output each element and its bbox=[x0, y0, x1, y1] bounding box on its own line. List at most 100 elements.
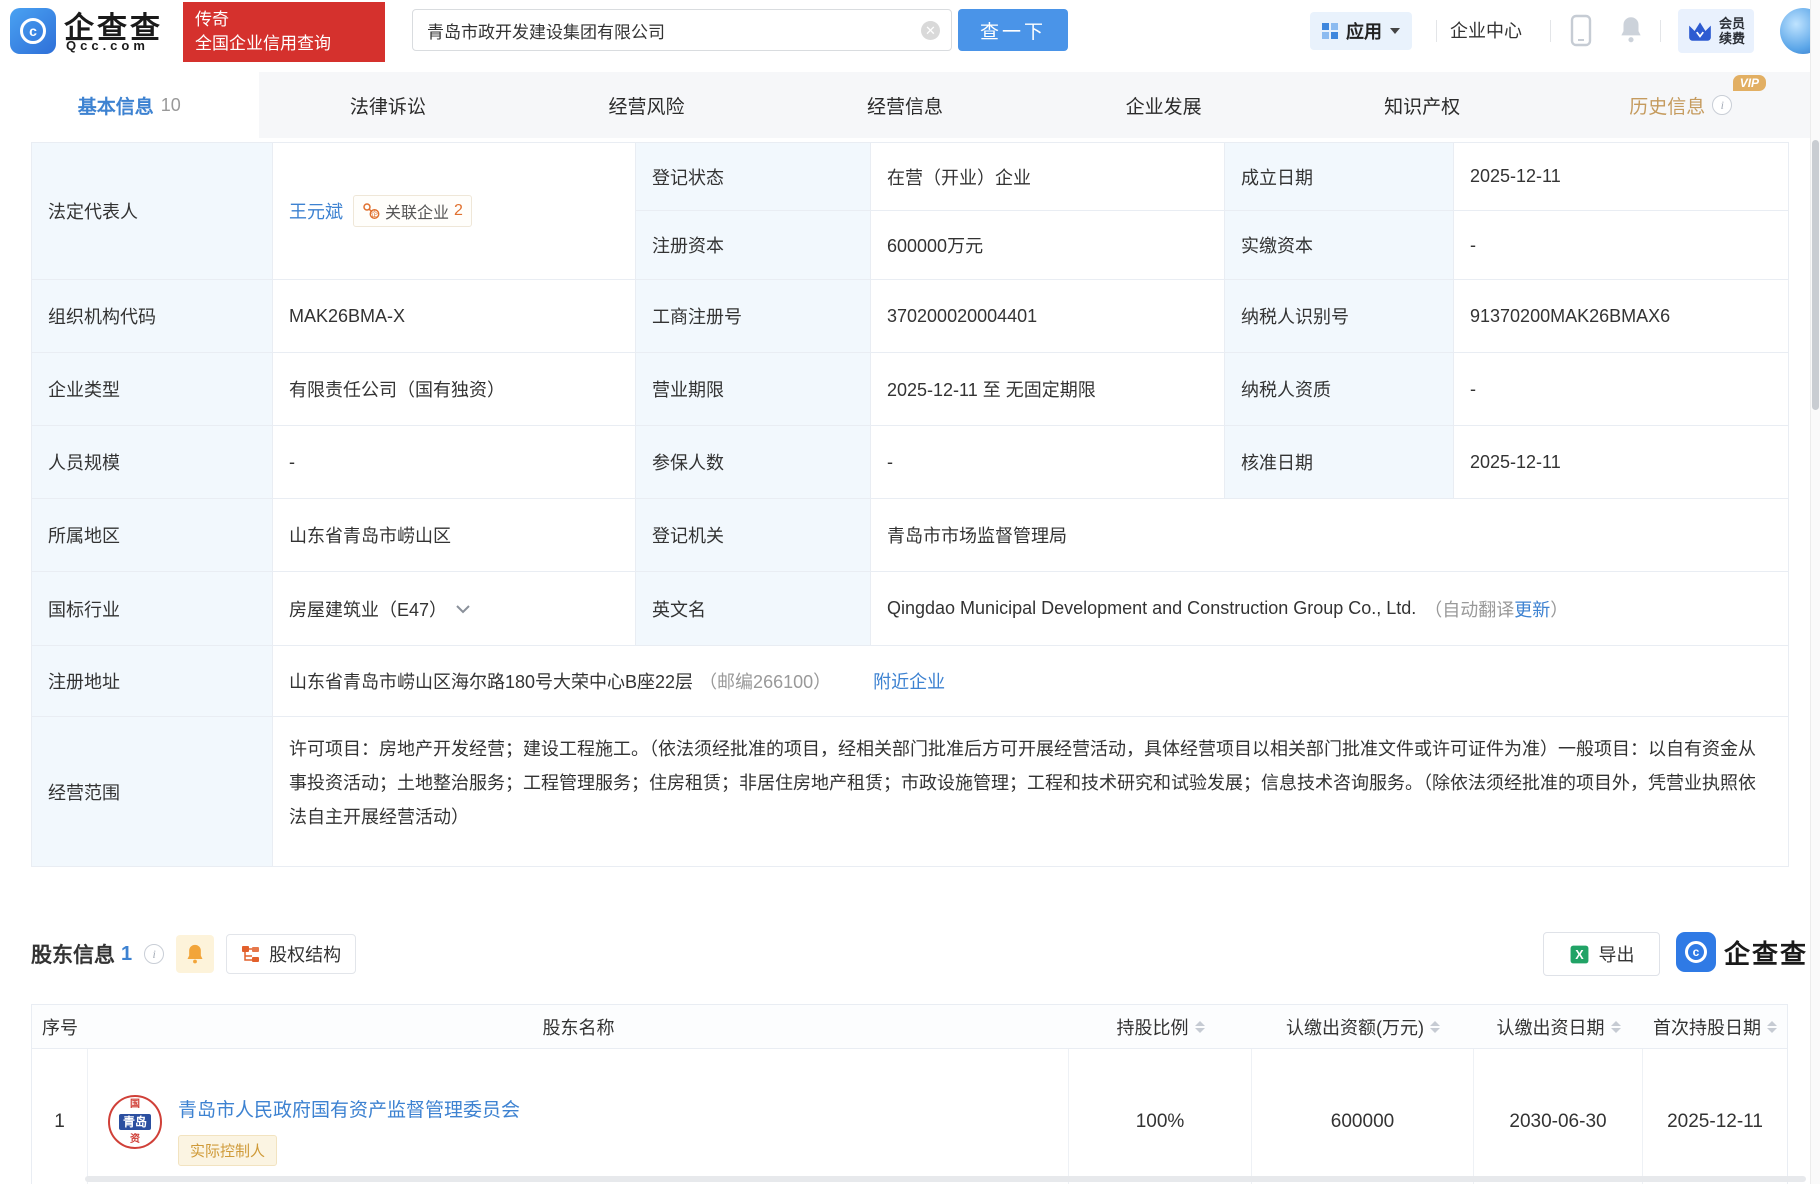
enterprise-center-link[interactable]: 企业中心 bbox=[1450, 17, 1522, 43]
scope-label: 经营范围 bbox=[32, 717, 273, 867]
promo-line2: 全国企业信用查询 bbox=[195, 34, 331, 53]
region-value: 山东省青岛市崂山区 bbox=[273, 499, 636, 572]
sort-amount-button[interactable] bbox=[1430, 1020, 1440, 1033]
row-sub-date: 2030-06-30 bbox=[1474, 1049, 1643, 1184]
shareholder-name-link[interactable]: 青岛市人民政府国有资产监督管理委员会 bbox=[178, 1100, 520, 1121]
legal-rep-link[interactable]: 王元斌 bbox=[289, 198, 343, 224]
info-icon[interactable]: i bbox=[144, 944, 165, 964]
tab-basic-count: 10 bbox=[160, 94, 181, 115]
mobile-app-icon[interactable] bbox=[1570, 14, 1592, 52]
divider bbox=[1550, 20, 1551, 42]
vip-line1: 会员 bbox=[1719, 16, 1746, 31]
notification-bell-icon[interactable] bbox=[1618, 14, 1644, 49]
vertical-scrollbar-thumb[interactable] bbox=[1812, 140, 1819, 410]
divider bbox=[1436, 20, 1437, 42]
promo-line1: 传奇 bbox=[195, 10, 229, 29]
tab-history-info[interactable]: VIP 历史信息 i bbox=[1551, 72, 1810, 138]
tab-basic-info[interactable]: 基本信息 10 bbox=[0, 72, 259, 138]
taxpayer-qual-value: - bbox=[1454, 353, 1789, 426]
tab-operation-info[interactable]: 经营信息 bbox=[776, 72, 1035, 138]
insured-label: 参保人数 bbox=[636, 426, 871, 499]
col-header-amount: 认缴出资额(万元) bbox=[1252, 1005, 1474, 1049]
industry-value-cell: 房屋建筑业（E47） bbox=[273, 572, 636, 646]
related-companies-icon: 企 bbox=[363, 203, 380, 219]
tab-operation-risk[interactable]: 经营风险 bbox=[517, 72, 776, 138]
chevron-down-icon bbox=[1390, 28, 1400, 34]
row-amount: 600000 bbox=[1252, 1049, 1474, 1184]
legal-rep-label: 法定代表人 bbox=[32, 143, 273, 280]
insured-value: - bbox=[871, 426, 1225, 499]
biz-term-value: 2025-12-11 至 无固定期限 bbox=[871, 353, 1225, 426]
est-date-label: 成立日期 bbox=[1225, 143, 1454, 211]
col-header-index: 序号 bbox=[32, 1005, 88, 1049]
promo-banner[interactable]: 传奇 全国企业信用查询 bbox=[183, 2, 385, 62]
biz-reg-no-label: 工商注册号 bbox=[636, 280, 871, 353]
nearby-companies-link[interactable]: 附近企业 bbox=[873, 668, 945, 694]
excel-icon: X bbox=[1570, 945, 1588, 963]
biz-term-label: 营业期限 bbox=[636, 353, 871, 426]
tax-id-value: 91370200MAK26BMAX6 bbox=[1454, 280, 1789, 353]
apps-grid-icon bbox=[1322, 23, 1338, 39]
col-header-sub-date: 认缴出资日期 bbox=[1474, 1005, 1643, 1049]
basic-info-table: 法定代表人 王元斌 企 关联企业 2 登记状态 在营（开业）企业 成立日期 20… bbox=[31, 142, 1789, 867]
svg-text:X: X bbox=[1575, 948, 1584, 962]
search-button[interactable]: 查一下 bbox=[958, 9, 1068, 51]
approval-date-label: 核准日期 bbox=[1225, 426, 1454, 499]
info-icon[interactable]: i bbox=[1712, 95, 1733, 115]
horizontal-scrollbar-thumb[interactable] bbox=[85, 1176, 1806, 1182]
address-label: 注册地址 bbox=[32, 646, 273, 717]
org-code-label: 组织机构代码 bbox=[32, 280, 273, 353]
tab-enterprise-development[interactable]: 企业发展 bbox=[1034, 72, 1293, 138]
company-type-value: 有限责任公司（国有独资） bbox=[273, 353, 636, 426]
address-zip: （邮编266100） bbox=[699, 672, 832, 692]
org-code-value: MAK26BMA-X bbox=[273, 280, 636, 353]
reg-capital-value: 600000万元 bbox=[871, 211, 1225, 280]
tab-bar: 基本信息 10 法律诉讼 经营风险 经营信息 企业发展 知识产权 VIP 历史信… bbox=[0, 72, 1810, 138]
address-cell: 山东省青岛市崂山区海尔路180号大荣中心B座22层 （邮编266100） 附近企… bbox=[273, 646, 1789, 717]
reg-authority-value: 青岛市市场监督管理局 bbox=[871, 499, 1789, 572]
search-box: ✕ bbox=[412, 9, 952, 51]
sort-sub-date-button[interactable] bbox=[1610, 1020, 1621, 1033]
row-first-date: 2025-12-11 bbox=[1667, 1111, 1763, 1132]
industry-expand-chevron-icon[interactable] bbox=[455, 604, 471, 614]
related-companies-tag[interactable]: 企 关联企业 2 bbox=[353, 195, 472, 227]
search-input[interactable] bbox=[413, 10, 951, 50]
qcc-logo-icon[interactable]: c bbox=[10, 8, 56, 54]
clear-search-icon[interactable]: ✕ bbox=[921, 21, 940, 40]
address-value: 山东省青岛市崂山区海尔路180号大荣中心B座22层 bbox=[289, 672, 694, 692]
region-label: 所属地区 bbox=[32, 499, 273, 572]
taxpayer-qual-label: 纳税人资质 bbox=[1225, 353, 1454, 426]
shareholders-count: 1 bbox=[121, 942, 133, 965]
shareholder-row: 国 青岛 资 青岛市人民政府国有资产监督管理委员会 实际控制人 bbox=[88, 1049, 1069, 1184]
shareholders-header: 股东信息 1 i 股权结构 X 导出 c 企查查 bbox=[31, 930, 1806, 978]
en-name-label: 英文名 bbox=[636, 572, 871, 646]
qcc-brand-icon: c bbox=[1675, 932, 1716, 972]
biz-reg-no-value: 370200020004401 bbox=[871, 280, 1225, 353]
apps-menu[interactable]: 应用 bbox=[1310, 12, 1412, 50]
sort-ratio-button[interactable] bbox=[1194, 1020, 1205, 1033]
paid-capital-label: 实缴资本 bbox=[1225, 211, 1454, 280]
export-button[interactable]: X 导出 bbox=[1543, 932, 1660, 976]
qcc-company-page: 企查查 企查查 企查查 企查查 企查查 企查查 企查查 企查查 c 企查查 Qc… bbox=[0, 0, 1820, 1184]
actual-controller-tag[interactable]: 实际控制人 bbox=[178, 1135, 278, 1166]
tab-legal-litigation[interactable]: 法律诉讼 bbox=[259, 72, 518, 138]
en-name-update-link[interactable]: 更新 bbox=[1514, 596, 1550, 622]
bell-icon bbox=[187, 944, 203, 964]
industry-label: 国标行业 bbox=[32, 572, 273, 646]
sort-first-date-button[interactable] bbox=[1767, 1020, 1777, 1033]
vertical-scrollbar-track bbox=[1810, 0, 1820, 1184]
equity-structure-button[interactable]: 股权结构 bbox=[226, 934, 357, 974]
shareholders-title: 股东信息 bbox=[31, 944, 115, 967]
staff-size-value: - bbox=[273, 426, 636, 499]
tab-intellectual-property[interactable]: 知识产权 bbox=[1293, 72, 1552, 138]
en-name-value: Qingdao Municipal Development and Constr… bbox=[887, 598, 1417, 618]
apps-label: 应用 bbox=[1346, 22, 1382, 42]
company-type-label: 企业类型 bbox=[32, 353, 273, 426]
crown-icon bbox=[1689, 22, 1711, 41]
monitor-bell-button[interactable] bbox=[176, 935, 215, 973]
est-date-value: 2025-12-11 bbox=[1454, 143, 1789, 211]
qcc-logo-subtitle: Qcc.com bbox=[66, 38, 149, 53]
reg-status-value: 在营（开业）企业 bbox=[871, 143, 1225, 211]
approval-date-value: 2025-12-11 bbox=[1454, 426, 1789, 499]
vip-renew-button[interactable]: 会员 续费 bbox=[1678, 9, 1755, 53]
